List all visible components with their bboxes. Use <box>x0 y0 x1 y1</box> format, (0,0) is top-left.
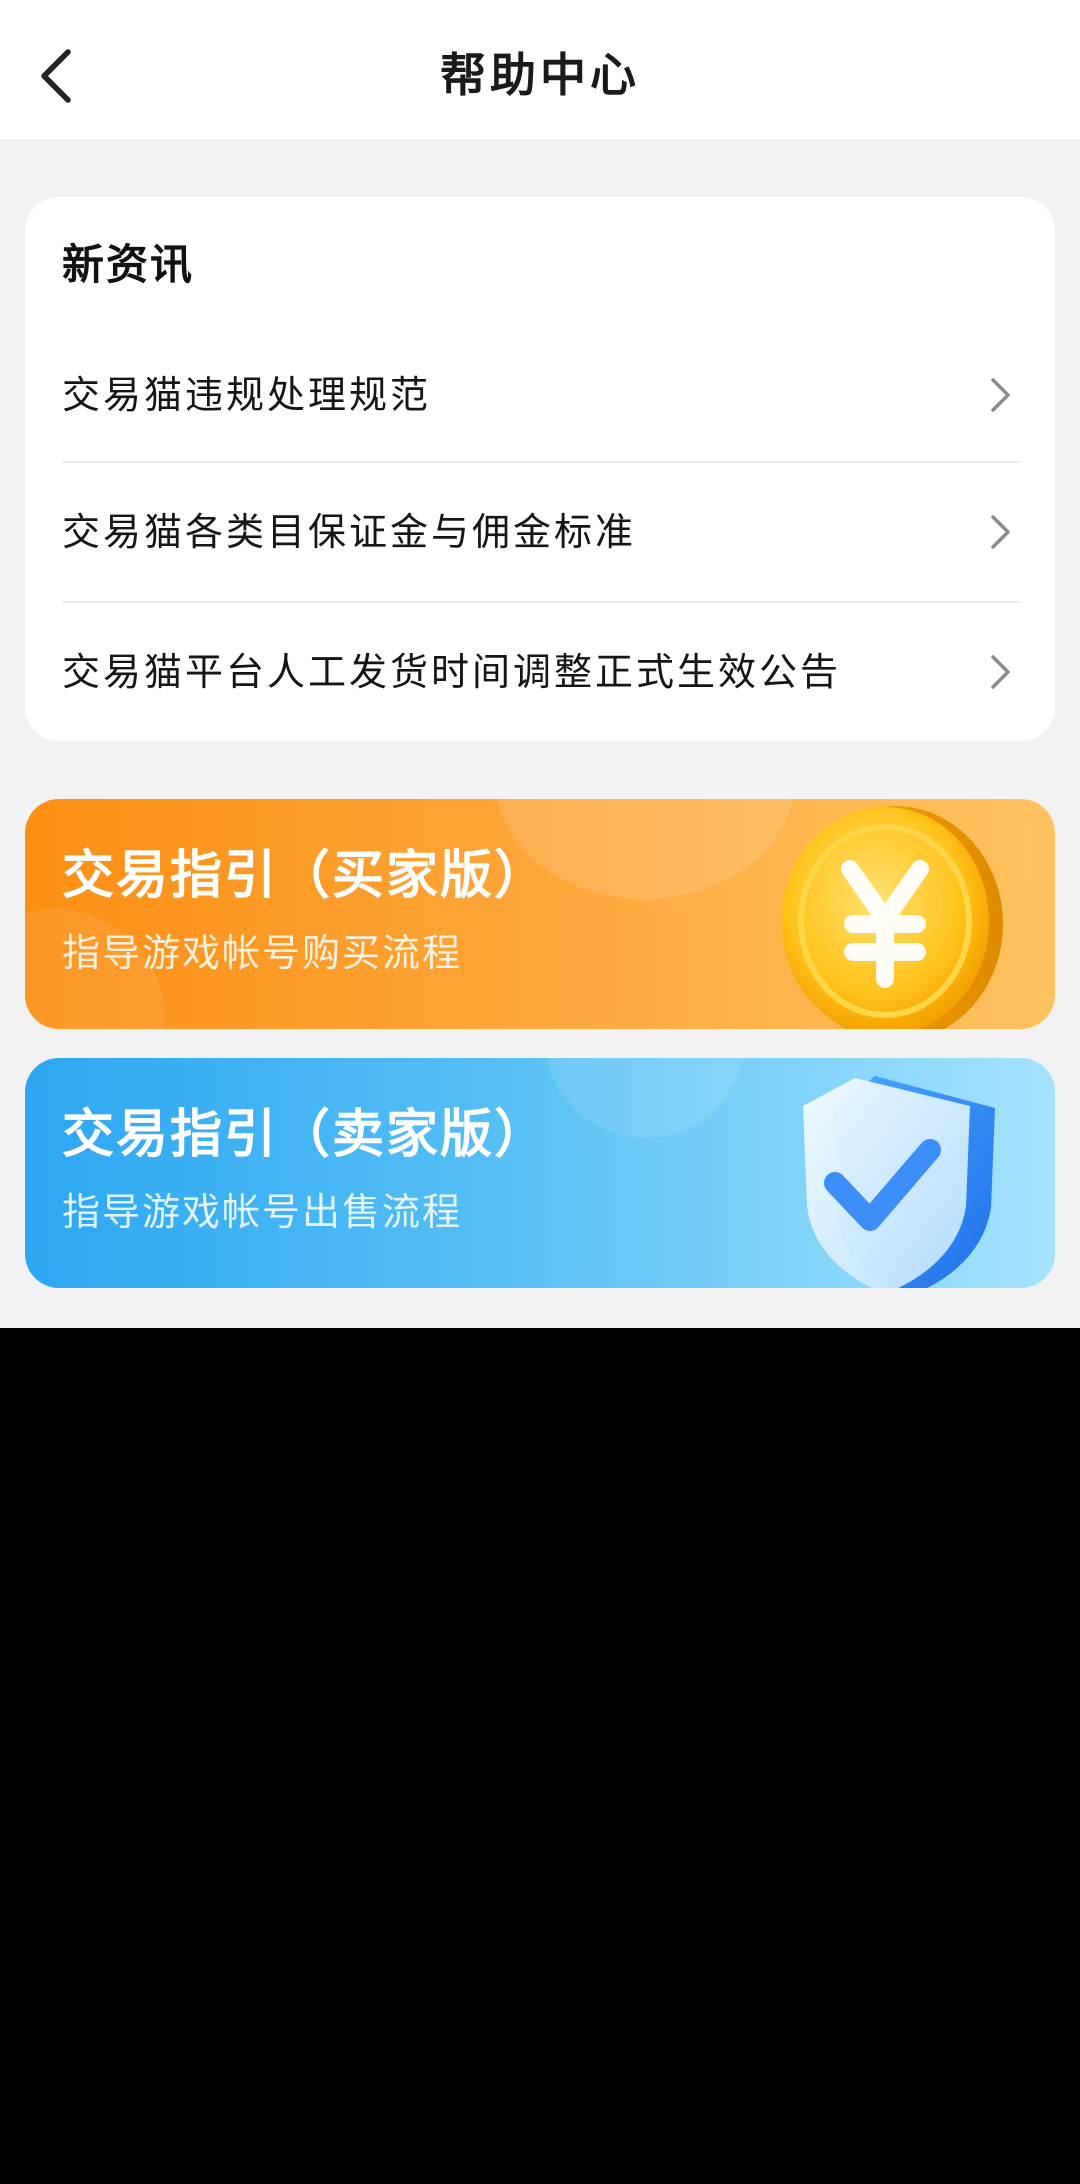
seller-guide-title: 交易指引（卖家版） <box>62 1105 549 1165</box>
seller-guide-subtitle: 指导游戏帐号出售流程 <box>62 1190 463 1234</box>
chevron-right-icon <box>991 378 1010 412</box>
buyer-guide-banner[interactable]: 交易指引（买家版） 指导游戏帐号购买流程 <box>25 799 1055 1029</box>
news-item[interactable]: 交易猫平台人工发货时间调整正式生效公告 <box>62 603 1020 741</box>
news-card: 新资讯 交易猫违规处理规范 交易猫各类目保证金与佣金标准 交易猫平台人工发货时间… <box>25 197 1055 741</box>
decorative-circle <box>545 1058 745 1138</box>
news-item-label: 交易猫违规处理规范 <box>62 373 432 417</box>
yuan-coin-icon <box>781 806 1003 1029</box>
news-item-label: 交易猫各类目保证金与佣金标准 <box>62 510 637 554</box>
news-heading: 新资讯 <box>62 240 195 289</box>
seller-guide-banner[interactable]: 交易指引（卖家版） 指导游戏帐号出售流程 <box>25 1058 1055 1288</box>
shield-check-icon <box>803 1076 995 1288</box>
header-bar: 帮助中心 <box>0 0 1080 139</box>
news-item-label: 交易猫平台人工发货时间调整正式生效公告 <box>62 650 842 694</box>
chevron-right-icon <box>991 655 1010 689</box>
buyer-guide-subtitle: 指导游戏帐号购买流程 <box>62 931 463 975</box>
news-item[interactable]: 交易猫各类目保证金与佣金标准 <box>62 463 1020 601</box>
buyer-guide-title: 交易指引（买家版） <box>62 846 549 906</box>
chevron-right-icon <box>991 515 1010 549</box>
page-title: 帮助中心 <box>440 48 640 102</box>
help-center-screen: 帮助中心 新资讯 交易猫违规处理规范 交易猫各类目保证金与佣金标准 交易猫平台人… <box>0 0 1080 1328</box>
news-item[interactable]: 交易猫违规处理规范 <box>62 326 1020 464</box>
